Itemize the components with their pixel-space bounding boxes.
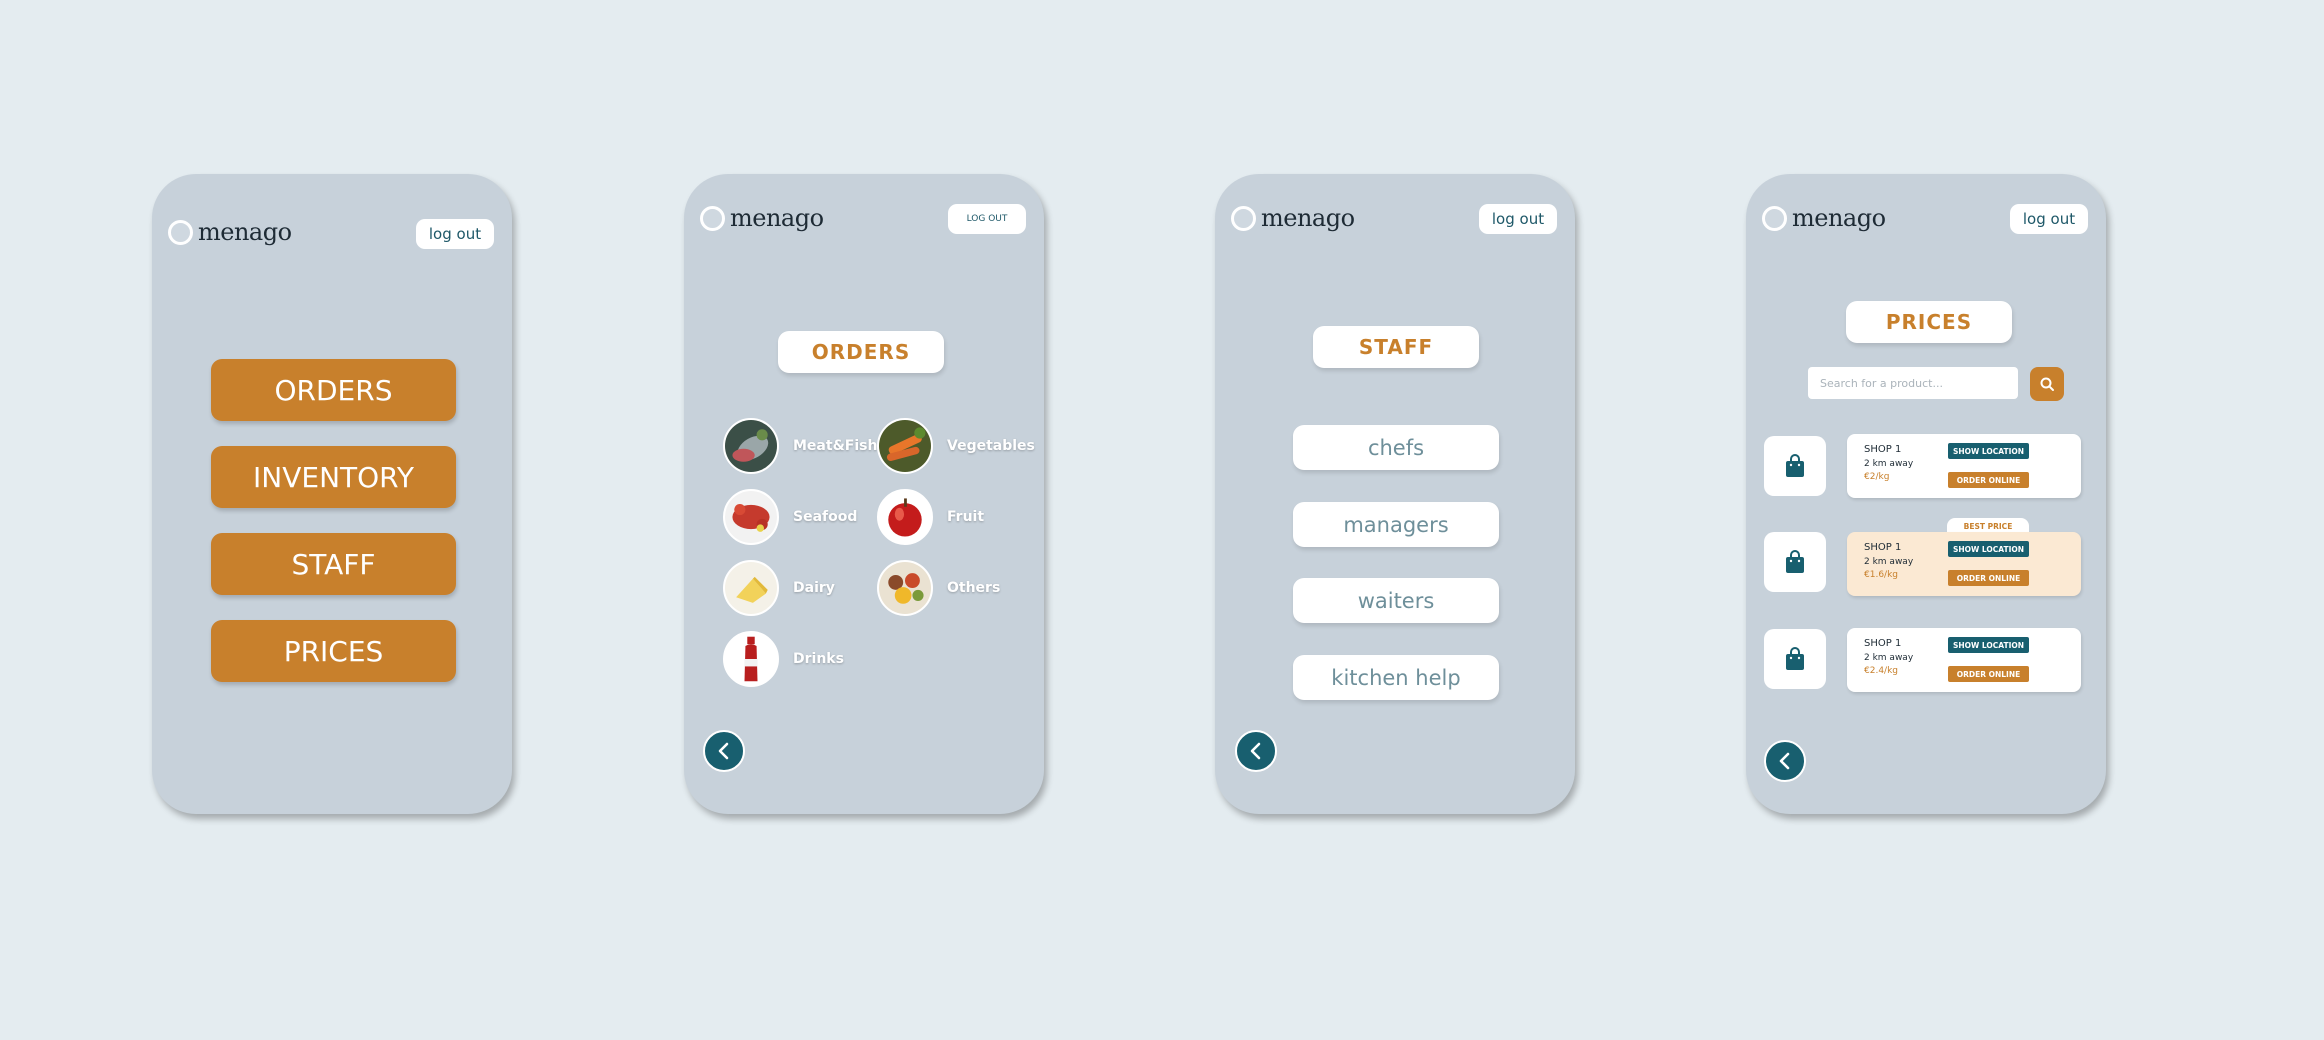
- shop-bag-tile: [1764, 629, 1826, 689]
- staff-item-waiters[interactable]: waiters: [1293, 578, 1499, 623]
- category-others[interactable]: Others: [877, 560, 1000, 616]
- logo-text: menago: [1792, 204, 1886, 232]
- shop-price: €1.6/kg: [1864, 570, 1898, 580]
- logo-circle-icon: [1762, 205, 1787, 231]
- dairy-icon: [723, 560, 779, 616]
- shop-distance: 2 km away: [1864, 459, 1914, 469]
- orders-menu-button[interactable]: ORDERS: [211, 359, 456, 421]
- category-label: Others: [947, 580, 1001, 596]
- shopping-bag-icon: [1786, 550, 1804, 573]
- chevron-left-icon: [1250, 742, 1261, 760]
- category-label: Meat&Fish: [793, 438, 878, 454]
- category-label: Vegetables: [947, 438, 1035, 454]
- app-logo: menago: [168, 218, 292, 246]
- shop-name: SHOP 1: [1864, 638, 1902, 649]
- show-location-button[interactable]: SHOW LOCATION: [1948, 637, 2029, 653]
- home-screen: menago log out ORDERS INVENTORY STAFF PR…: [152, 174, 512, 814]
- shop-card-best: SHOP 1 2 km away €1.6/kg SHOW LOCATION O…: [1847, 532, 2081, 596]
- show-location-button[interactable]: SHOW LOCATION: [1948, 443, 2029, 459]
- back-button[interactable]: [1235, 730, 1277, 772]
- shop-distance: 2 km away: [1864, 653, 1914, 663]
- prices-menu-button[interactable]: PRICES: [211, 620, 456, 682]
- logout-button[interactable]: log out: [416, 219, 494, 249]
- category-label: Seafood: [793, 509, 858, 525]
- staff-screen: menago log out STAFF chefs managers wait…: [1215, 174, 1575, 814]
- logo-circle-icon: [700, 205, 725, 231]
- category-label: Drinks: [793, 651, 844, 667]
- shop-card: SHOP 1 2 km away €2.4/kg SHOW LOCATION O…: [1847, 628, 2081, 692]
- show-location-button[interactable]: SHOW LOCATION: [1948, 541, 2029, 557]
- order-online-button[interactable]: ORDER ONLINE: [1948, 666, 2029, 682]
- back-button[interactable]: [1764, 740, 1806, 782]
- shop-name: SHOP 1: [1864, 542, 1902, 553]
- category-label: Dairy: [793, 580, 835, 596]
- logout-button[interactable]: log out: [2010, 204, 2088, 234]
- shop-price: €2.4/kg: [1864, 666, 1898, 676]
- main-menu: ORDERS INVENTORY STAFF PRICES: [211, 359, 456, 707]
- category-drinks[interactable]: Drinks: [723, 631, 844, 687]
- seafood-icon: [723, 489, 779, 545]
- inventory-menu-button[interactable]: INVENTORY: [211, 446, 456, 508]
- logout-button[interactable]: LOG OUT: [948, 204, 1026, 234]
- search-button[interactable]: [2030, 367, 2064, 401]
- shop-price: €2/kg: [1864, 472, 1890, 482]
- logo-text: menago: [198, 218, 292, 246]
- shopping-bag-icon: [1786, 647, 1804, 670]
- logo-text: menago: [1261, 204, 1355, 232]
- app-logo: menago: [1231, 204, 1355, 232]
- back-button[interactable]: [703, 730, 745, 772]
- search-input[interactable]: [1808, 367, 2018, 399]
- shop-bag-tile: [1764, 532, 1826, 592]
- prices-screen: menago log out PRICES SHOP 1 2 km away €…: [1746, 174, 2106, 814]
- logout-button[interactable]: log out: [1479, 204, 1557, 234]
- staff-menu-button[interactable]: STAFF: [211, 533, 456, 595]
- staff-item-chefs[interactable]: chefs: [1293, 425, 1499, 470]
- category-label: Fruit: [947, 509, 985, 525]
- category-seafood[interactable]: Seafood: [723, 489, 857, 545]
- page-title: PRICES: [1846, 301, 2012, 343]
- staff-item-kitchen-help[interactable]: kitchen help: [1293, 655, 1499, 700]
- search-icon: [2040, 377, 2054, 391]
- orders-screen: menago LOG OUT ORDERS Meat&Fish Vegetabl…: [684, 174, 1044, 814]
- shopping-bag-icon: [1786, 454, 1804, 477]
- app-logo: menago: [700, 204, 824, 232]
- others-icon: [877, 560, 933, 616]
- chevron-left-icon: [1779, 752, 1790, 770]
- shop-card: SHOP 1 2 km away €2/kg SHOW LOCATION ORD…: [1847, 434, 2081, 498]
- order-online-button[interactable]: ORDER ONLINE: [1948, 472, 2029, 488]
- logo-text: menago: [730, 204, 824, 232]
- logo-circle-icon: [168, 219, 193, 245]
- chevron-left-icon: [718, 742, 729, 760]
- drinks-icon: [723, 631, 779, 687]
- page-title: ORDERS: [778, 331, 944, 373]
- shop-distance: 2 km away: [1864, 557, 1914, 567]
- order-online-button[interactable]: ORDER ONLINE: [1948, 570, 2029, 586]
- page-title: STAFF: [1313, 326, 1479, 368]
- shop-name: SHOP 1: [1864, 444, 1902, 455]
- shop-bag-tile: [1764, 436, 1826, 496]
- logo-circle-icon: [1231, 205, 1256, 231]
- staff-item-managers[interactable]: managers: [1293, 502, 1499, 547]
- vegetables-icon: [877, 418, 933, 474]
- category-fruit[interactable]: Fruit: [877, 489, 984, 545]
- app-logo: menago: [1762, 204, 1886, 232]
- category-meat-fish[interactable]: Meat&Fish: [723, 418, 877, 474]
- category-dairy[interactable]: Dairy: [723, 560, 835, 616]
- category-vegetables[interactable]: Vegetables: [877, 418, 1035, 474]
- meat-fish-icon: [723, 418, 779, 474]
- fruit-icon: [877, 489, 933, 545]
